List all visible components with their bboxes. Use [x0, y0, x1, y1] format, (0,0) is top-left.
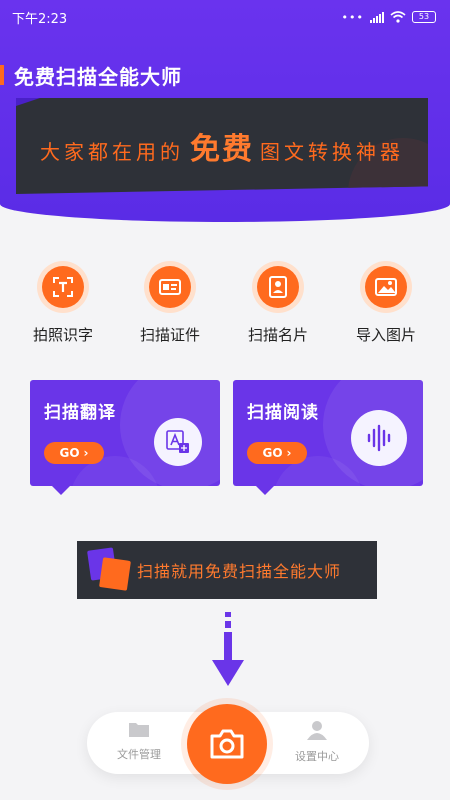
go-button[interactable]: GO ›	[44, 442, 104, 464]
chevron-right-icon: ›	[286, 446, 292, 460]
card-scan-translate[interactable]: 扫描翻译 GO ›	[30, 380, 220, 486]
status-time: 下午2:23	[12, 11, 68, 27]
banner-fold	[16, 98, 40, 106]
promo-text: 扫描就用免费扫描全能大师	[137, 562, 342, 581]
action-label: 拍照识字	[32, 326, 93, 344]
text-recognition-icon	[42, 266, 84, 308]
arrow-down-icon	[212, 612, 244, 686]
translate-icon	[154, 418, 202, 466]
camera-icon	[210, 729, 244, 759]
app-title: 免费扫描全能大师	[0, 60, 182, 90]
banner-suffix: 图文转换神器	[260, 140, 404, 164]
card-tail	[256, 486, 274, 495]
banner-prefix: 大家都在用的	[40, 140, 184, 164]
id-card-icon	[149, 266, 191, 308]
action-scan-id[interactable]: 扫描证件	[125, 266, 215, 345]
card-title: 扫描阅读	[247, 403, 319, 423]
nav-label: 文件管理	[117, 748, 161, 761]
action-scan-card[interactable]: 扫描名片	[233, 266, 323, 345]
go-label: GO	[262, 446, 283, 460]
document-stack-icon	[77, 541, 137, 599]
status-bar: 下午2:23 ••• 53	[0, 0, 450, 34]
title-accent-bar	[0, 65, 4, 85]
slogan-banner: 大家都在用的 免费 图文转换神器	[16, 98, 428, 194]
chevron-right-icon: ›	[83, 446, 89, 460]
folder-icon	[129, 723, 149, 737]
promo-banner[interactable]: 扫描就用免费扫描全能大师	[77, 541, 377, 599]
wifi-icon	[390, 11, 406, 23]
signal-icon	[370, 11, 384, 23]
more-dots-icon: •••	[341, 10, 364, 24]
quick-actions: 拍照识字 扫描证件 扫描名片 导入图片	[0, 266, 450, 356]
user-icon	[307, 721, 327, 740]
action-photo-ocr[interactable]: 拍照识字	[18, 266, 108, 345]
banner-highlight: 免费	[190, 132, 254, 167]
action-label: 导入图片	[355, 326, 416, 344]
nav-file-manager[interactable]: 文件管理	[99, 720, 179, 762]
nav-label: 设置中心	[295, 750, 339, 763]
go-button[interactable]: GO ›	[247, 442, 307, 464]
app-title-text: 免费扫描全能大师	[14, 64, 182, 89]
card-tail	[52, 486, 70, 495]
status-icons: ••• 53	[342, 11, 436, 24]
card-title: 扫描翻译	[44, 403, 116, 423]
nav-settings[interactable]: 设置中心	[277, 720, 357, 764]
action-import-image[interactable]: 导入图片	[341, 266, 431, 345]
sound-wave-icon	[351, 410, 407, 466]
go-label: GO	[59, 446, 80, 460]
image-icon	[365, 266, 407, 308]
business-card-icon	[257, 266, 299, 308]
battery-icon: 53	[412, 11, 436, 23]
banner-text: 大家都在用的 免费 图文转换神器	[40, 124, 404, 168]
action-label: 扫描证件	[139, 326, 200, 344]
action-label: 扫描名片	[247, 326, 308, 344]
camera-button[interactable]	[187, 704, 267, 784]
card-scan-read[interactable]: 扫描阅读 GO ›	[233, 380, 423, 486]
